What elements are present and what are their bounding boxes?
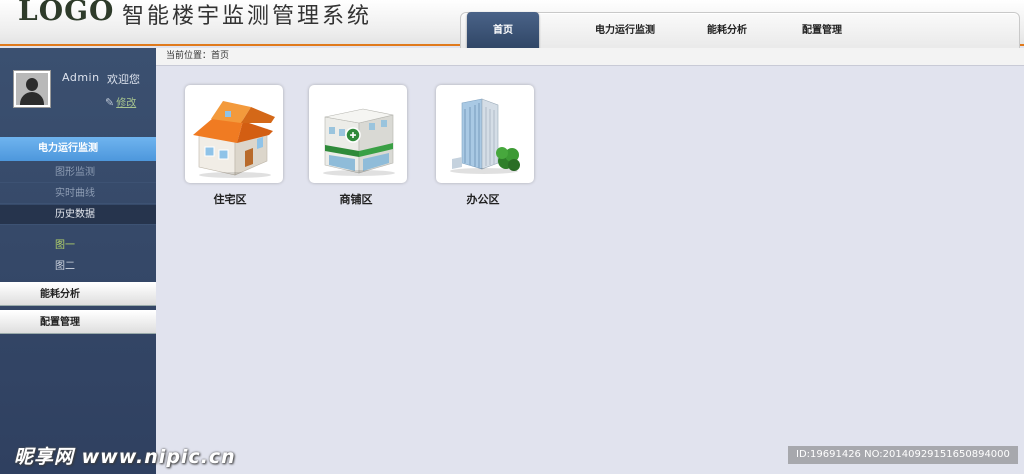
shop-area-card[interactable]: ✚	[309, 85, 407, 183]
sidebar-leaf-chart-1[interactable]: 图一	[55, 236, 75, 251]
welcome-text: 欢迎您	[107, 73, 140, 86]
pencil-icon: ✎	[105, 96, 115, 109]
nav-energy-analysis[interactable]: 能耗分析	[697, 13, 757, 49]
nav-home[interactable]: 首页	[467, 12, 539, 50]
nav-power-monitoring[interactable]: 电力运行监测	[577, 13, 673, 49]
sidebar-menu-energy-analysis[interactable]: 能耗分析	[0, 282, 156, 306]
logo: LOGO	[18, 0, 115, 27]
sidebar: Admin 欢迎您 ✎ 修改 电力运行监测 图形监测 实时曲线 历史数据 图一 图…	[0, 48, 156, 474]
sidebar-menu-power-monitoring[interactable]: 电力运行监测	[0, 137, 156, 161]
house-icon	[193, 101, 275, 178]
shop-icon: ✚	[323, 108, 395, 176]
residential-area-label[interactable]: 住宅区	[181, 191, 279, 207]
watermark-site: 昵享网 www.nipic.cn	[14, 446, 236, 468]
avatar-body	[20, 92, 44, 105]
office-building-icon	[450, 98, 520, 174]
shop-area-label[interactable]: 商铺区	[307, 191, 405, 207]
user-name: Admin	[62, 71, 100, 84]
residential-area-card[interactable]	[185, 85, 283, 183]
header: LOGO 智能楼宇监测管理系统 首页 电力运行监测 能耗分析 配置管理	[0, 0, 1024, 50]
sidebar-leaf-chart-2[interactable]: 图二	[55, 257, 75, 272]
sidebar-item-history-data[interactable]: 历史数据	[0, 205, 156, 225]
edit-profile-label: 修改	[116, 98, 137, 109]
breadcrumb: 当前位置：首页	[156, 48, 1024, 66]
sidebar-item-realtime-curve[interactable]: 实时曲线	[0, 184, 156, 204]
avatar	[13, 70, 51, 108]
office-area-card[interactable]	[436, 85, 534, 183]
svg-text:✚: ✚	[350, 131, 357, 140]
sidebar-menu-config-management[interactable]: 配置管理	[0, 310, 156, 334]
system-title: 智能楼宇监测管理系统	[122, 4, 373, 29]
sidebar-item-graphic-monitoring[interactable]: 图形监测	[0, 163, 156, 183]
watermark-id: ID:19691426 NO:20140929151650894000	[788, 446, 1018, 464]
top-nav: 首页 电力运行监测 能耗分析 配置管理	[460, 12, 1020, 50]
user-avatar-icon	[16, 73, 48, 105]
edit-profile-link[interactable]: ✎ 修改	[105, 94, 136, 109]
nav-config-management[interactable]: 配置管理	[789, 13, 855, 49]
office-area-label[interactable]: 办公区	[434, 191, 532, 207]
avatar-head	[26, 78, 38, 91]
